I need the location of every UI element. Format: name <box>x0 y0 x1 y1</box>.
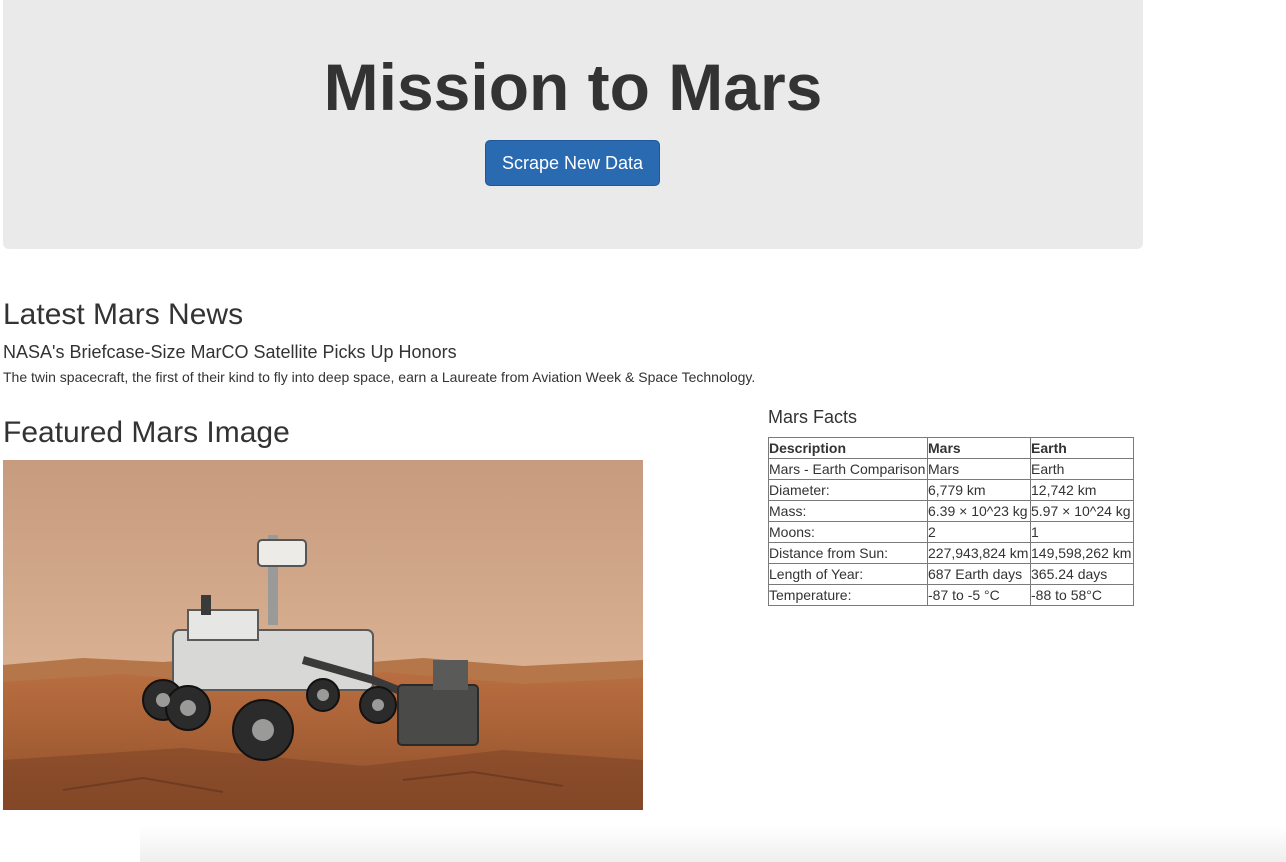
table-cell: 12,742 km <box>1030 479 1134 501</box>
table-cell: Earth <box>1030 458 1134 480</box>
table-cell: Temperature: <box>768 584 928 606</box>
column-header-mars: Mars <box>927 437 1031 459</box>
table-cell: 5.97 × 10^24 kg <box>1030 500 1134 522</box>
mars-facts-table: Description Mars Earth Mars - Earth Comp… <box>768 437 1134 606</box>
table-cell: Mars <box>927 458 1031 480</box>
table-cell: Length of Year: <box>768 563 928 585</box>
table-row: Distance from Sun: 227,943,824 km 149,59… <box>768 542 1134 564</box>
table-cell: 2 <box>927 521 1031 543</box>
news-teaser: The twin spacecraft, the first of their … <box>3 369 756 385</box>
table-cell: 687 Earth days <box>927 563 1031 585</box>
table-cell: -87 to -5 °C <box>927 584 1031 606</box>
table-cell: Distance from Sun: <box>768 542 928 564</box>
table-cell: 6,779 km <box>927 479 1031 501</box>
featured-image-heading: Featured Mars Image <box>3 416 290 449</box>
table-cell: 227,943,824 km <box>927 542 1031 564</box>
table-row: Temperature: -87 to -5 °C -88 to 58°C <box>768 584 1134 606</box>
table-cell: 6.39 × 10^23 kg <box>927 500 1031 522</box>
table-row: Diameter: 6,779 km 12,742 km <box>768 479 1134 501</box>
table-cell: 1 <box>1030 521 1134 543</box>
table-row: Moons: 2 1 <box>768 521 1134 543</box>
table-cell: -88 to 58°C <box>1030 584 1134 606</box>
table-row: Length of Year: 687 Earth days 365.24 da… <box>768 563 1134 585</box>
table-cell: Diameter: <box>768 479 928 501</box>
bottom-edge-shadow <box>140 826 1286 862</box>
table-header-row: Description Mars Earth <box>768 437 1134 459</box>
table-cell: Mars - Earth Comparison <box>768 458 928 480</box>
page-title: Mission to Mars <box>323 50 823 124</box>
table-row: Mars - Earth Comparison Mars Earth <box>768 458 1134 480</box>
jumbotron-header: Mission to Mars Scrape New Data <box>3 0 1143 249</box>
table-cell: Mass: <box>768 500 928 522</box>
featured-mars-image <box>3 460 643 810</box>
news-section-heading: Latest Mars News <box>3 298 244 331</box>
table-row: Mass: 6.39 × 10^23 kg 5.97 × 10^24 kg <box>768 500 1134 522</box>
mars-facts-heading: Mars Facts <box>768 407 858 427</box>
table-cell: Moons: <box>768 521 928 543</box>
scrape-new-data-button[interactable]: Scrape New Data <box>485 140 660 186</box>
column-header-earth: Earth <box>1030 437 1134 459</box>
table-cell: 365.24 days <box>1030 563 1134 585</box>
column-header-description: Description <box>768 437 928 459</box>
news-title: NASA's Briefcase-Size MarCO Satellite Pi… <box>3 342 457 362</box>
table-cell: 149,598,262 km <box>1030 542 1134 564</box>
